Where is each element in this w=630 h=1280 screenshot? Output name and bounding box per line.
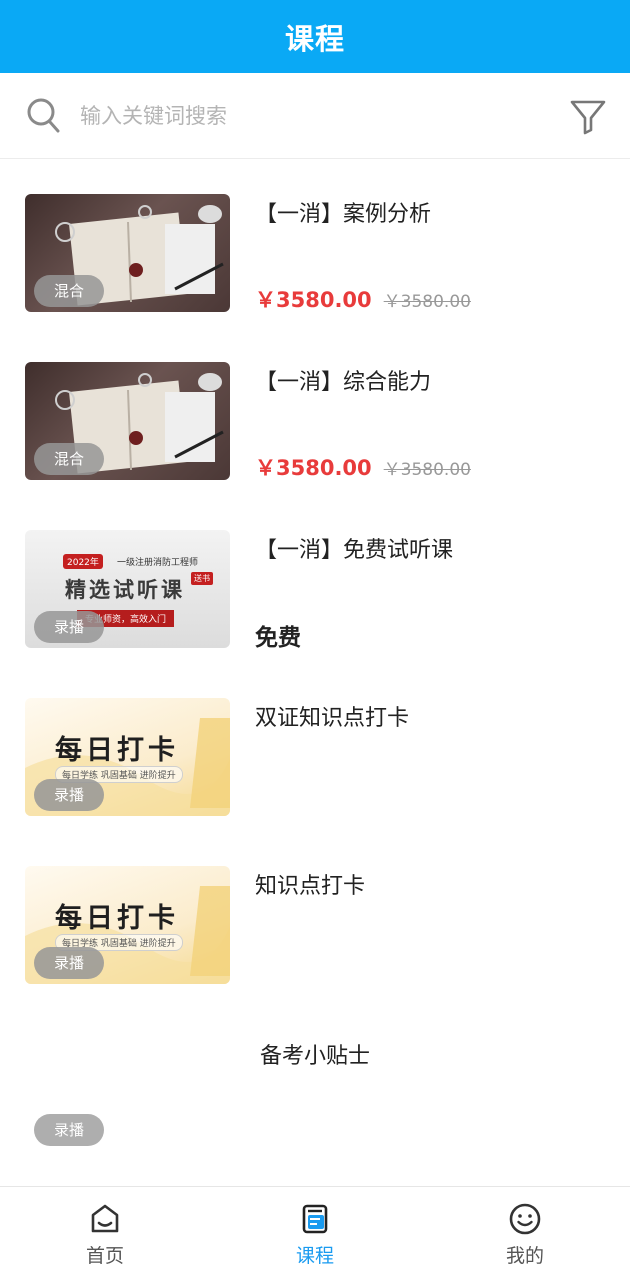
- thumb-subtitle: 一级注册消防工程师: [117, 558, 199, 568]
- bottom-tab-bar: 首页 课程 我的: [0, 1186, 630, 1280]
- course-original-price: ￥3580.00: [383, 292, 471, 312]
- course-title: 备考小贴士: [260, 1044, 371, 1069]
- course-type-badge: 混合: [34, 443, 105, 475]
- home-icon: [91, 1204, 119, 1233]
- price-row: ￥3580.00 ￥3580.00: [255, 284, 471, 314]
- course-thumbnail: 2022年 一级注册消防工程师 精选试听课 送书 专业师资，高效入门 录播: [25, 530, 230, 648]
- tab-profile[interactable]: 我的: [420, 1187, 630, 1280]
- course-item[interactable]: 混合 【一消】综合能力 ￥3580.00 ￥3580.00: [0, 362, 630, 530]
- course-thumbnail: 每日打卡 每日学练 巩固基础 进阶提升 录播: [25, 866, 230, 984]
- course-thumbnail: 每日打卡 每日学练 巩固基础 进阶提升 录播: [25, 698, 230, 816]
- course-item[interactable]: 2022年 一级注册消防工程师 精选试听课 送书 专业师资，高效入门 录播 【一…: [0, 530, 630, 698]
- course-price: ￥3580.00: [255, 288, 372, 312]
- search-icon[interactable]: [26, 97, 60, 133]
- tab-label: 我的: [505, 1245, 544, 1267]
- course-type-badge: 混合: [34, 275, 105, 307]
- search-bar: [0, 73, 630, 159]
- thumb-year-tag: 2022年: [63, 554, 103, 569]
- price-row: ￥3580.00 ￥3580.00: [255, 452, 471, 482]
- course-title: 【一消】免费试听课: [255, 538, 454, 563]
- tab-label: 课程: [295, 1245, 334, 1267]
- search-input[interactable]: [80, 99, 500, 133]
- course-type-badge: 录播: [34, 947, 105, 979]
- page-title: 课程: [284, 21, 345, 56]
- course-type-badge: 录播: [34, 1114, 105, 1146]
- course-type-badge: 录播: [34, 779, 105, 811]
- tab-courses[interactable]: 课程: [210, 1187, 420, 1280]
- course-item[interactable]: 混合 【一消】案例分析 ￥3580.00 ￥3580.00: [0, 194, 630, 362]
- course-icon: [302, 1204, 328, 1234]
- tab-label: 首页: [85, 1245, 124, 1267]
- thumb-title: 每日打卡: [55, 735, 179, 766]
- course-price: ￥3580.00: [255, 456, 372, 480]
- filter-icon[interactable]: [568, 97, 608, 137]
- profile-icon: [509, 1203, 541, 1235]
- course-title: 【一消】综合能力: [255, 370, 432, 395]
- course-type-badge: 录播: [34, 611, 105, 643]
- course-original-price: ￥3580.00: [383, 460, 471, 480]
- thumb-title: 每日打卡: [55, 903, 179, 934]
- course-thumbnail: 混合: [25, 194, 230, 312]
- tab-home[interactable]: 首页: [0, 1187, 210, 1280]
- thumb-title: 精选试听课: [65, 578, 185, 602]
- header-bar: 课程: [0, 0, 630, 73]
- course-title: 知识点打卡: [255, 874, 366, 899]
- thumb-tag: 送书: [191, 572, 213, 585]
- course-item[interactable]: 每日打卡 每日学练 巩固基础 进阶提升 录播 双证知识点打卡: [0, 698, 630, 866]
- course-free-label: 免费: [255, 625, 301, 651]
- course-item[interactable]: 每日打卡 每日学练 巩固基础 进阶提升 录播 知识点打卡: [0, 866, 630, 1034]
- course-title: 双证知识点打卡: [255, 706, 410, 731]
- course-thumbnail: 混合: [25, 362, 230, 480]
- course-title: 【一消】案例分析: [255, 202, 432, 227]
